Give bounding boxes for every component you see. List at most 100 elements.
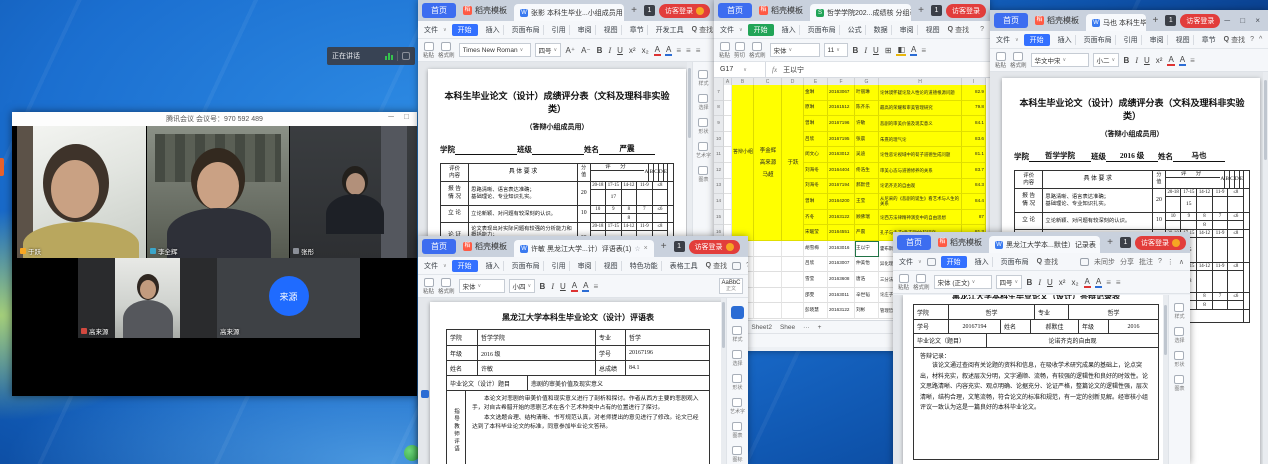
italic-button[interactable]: I [1134,56,1139,65]
tab-document[interactable]: W许敏 黑龙江大学...计）评语表(1)☆× [514,240,654,257]
collapse-ribbon-icon[interactable]: ∧ [1179,258,1184,266]
menu-item[interactable]: 公式 [845,25,866,35]
align-center-button[interactable]: ≡ [593,282,599,291]
menu-item-active[interactable]: 开始 [452,24,478,36]
sheet-cell[interactable] [782,257,804,273]
sheet-cell[interactable]: 83.6 [962,132,986,148]
grade-cell[interactable]: 17-1515 [1180,189,1196,212]
find-button[interactable]: Q查找 [1037,257,1058,267]
superscript-button[interactable]: x² [628,46,637,55]
row-header[interactable]: 14 [714,194,724,210]
sheet-cell[interactable] [782,272,804,288]
sheet-cell[interactable]: 20163608 [828,272,855,288]
chart-tool[interactable]: 图表 [732,422,742,439]
help-icon[interactable]: ? [746,262,748,269]
align-center-button[interactable]: ≡ [686,46,692,55]
sheet-cell[interactable]: 刘彬 [855,303,879,319]
sheet-cell[interactable]: 吕欣 [804,132,828,148]
sheet-cell[interactable] [732,116,754,132]
tab-templates[interactable]: 稻稻壳模板 [1032,15,1082,26]
italic-button[interactable]: I [550,282,555,291]
row-header[interactable]: 11 [714,147,724,163]
document-area[interactable]: 黑龙江大学本科生毕业论文（设计）评语表 学院哲学学院 专业哲学 年级2016 级… [418,298,748,464]
grade-cell[interactable]: 10 [591,206,606,222]
sync-icon[interactable] [732,262,741,270]
sheet-cell[interactable] [724,132,732,148]
column-header[interactable]: F [828,78,855,85]
bold-button[interactable]: B [1123,56,1131,65]
file-menu[interactable]: 文件 [899,257,913,267]
sheet-cell[interactable]: 陈齐乐 [855,101,879,117]
row-header[interactable]: 10 [714,132,724,148]
underline-button[interactable]: U [559,282,567,291]
menu-item[interactable]: 插入 [483,25,504,35]
sheet-cell[interactable] [782,241,804,257]
grade-cell[interactable]: 11-9 [1212,230,1228,262]
menu-item[interactable]: 审阅 [1147,35,1168,45]
grade-cell[interactable]: 14-12 [621,182,637,205]
font-size-select[interactable]: 四号∨ [996,275,1022,289]
menu-item[interactable]: 审阅 [897,25,918,35]
column-header[interactable]: D [782,78,804,85]
sheet-cell[interactable]: 84.3 [962,179,986,195]
sheet-cell[interactable]: 20167195 [828,132,855,148]
file-menu[interactable]: 文件 [424,261,438,271]
tab-home[interactable]: 首页 [718,3,752,18]
file-menu[interactable]: 文件 [996,35,1010,45]
sheet-cell[interactable]: 刘海冬 [804,163,828,179]
guest-login-button[interactable]: 访客登录 [1180,14,1220,28]
help-icon[interactable]: ? [1158,258,1162,265]
grade-cell[interactable]: 20-18 [1166,189,1181,212]
grade-cell[interactable]: 10 [1166,213,1181,229]
select-tool[interactable]: 选择 [732,350,742,367]
find-button[interactable]: Q查找 [706,261,727,271]
sheet-cell[interactable]: 胡雪梅 [804,241,828,257]
window-count-badge[interactable]: 1 [931,5,942,16]
sheet-cell[interactable]: 83.7 [962,163,986,179]
fx-icon[interactable]: fx [766,66,783,74]
help-icon[interactable]: ? [1250,36,1254,43]
format-painter-button[interactable]: 格式刷 [438,42,455,59]
name-box[interactable]: G17∨ [714,62,766,77]
grade-cell[interactable]: 88 [1196,213,1212,229]
sheet-cell[interactable] [724,194,732,210]
menu-item-active[interactable]: 开始 [941,256,967,268]
guest-login-button[interactable]: 访客登录 [659,4,710,18]
bold-button[interactable]: B [1026,278,1034,287]
sheet-cell[interactable]: 20167196 [828,116,855,132]
font-family-select[interactable]: 宋体 (正文)∨ [934,275,992,289]
sheet-cell[interactable] [724,163,732,179]
sheet-cell[interactable]: 彭晓慧 [804,303,828,319]
grade-cell[interactable]: ≤8 [1227,263,1243,292]
sheet-cell[interactable] [724,85,732,101]
menu-item[interactable]: 引用 [1121,35,1142,45]
sheet-cell[interactable]: 20163122 [828,210,855,226]
sheet-cell[interactable]: 20163016 [828,241,855,257]
meeting-window-controls[interactable]: ─ □ [388,112,413,121]
grade-cell[interactable]: ≤8 [652,182,668,205]
borders-button[interactable]: ⊞ [884,46,893,55]
new-tab-button[interactable]: + [915,5,927,16]
sheet-cell[interactable] [754,241,782,257]
font-size-select[interactable]: 小二∨ [1093,53,1119,67]
collapse-ribbon-icon[interactable]: ^ [1259,36,1262,43]
grade-cell[interactable]: 11-9 [1212,263,1228,292]
menu-item[interactable]: 视图 [923,25,943,35]
row-header[interactable]: 9 [714,116,724,132]
tab-home[interactable]: 首页 [422,3,456,18]
sheet-cell[interactable]: 叶丽琳 [855,85,879,101]
sheet-cell[interactable]: 84.4 [962,194,986,210]
menu-item[interactable]: 页面布局 [1081,35,1116,45]
meeting-titlebar[interactable]: 腾讯会议 会议号：970 592 489 ─ □ [12,112,417,126]
grade-cell[interactable]: ≤6 [1227,213,1243,229]
scrollbar[interactable] [1263,72,1268,464]
new-tab-button[interactable]: + [1150,15,1162,26]
sheet-cell[interactable] [732,101,754,117]
tab-home[interactable]: 首页 [422,239,456,254]
sheet-cell[interactable]: 郝默佳 [855,179,879,195]
menu-item[interactable]: 插入 [779,25,800,35]
align-left-button[interactable]: ≡ [1106,278,1112,287]
tab-templates[interactable]: 稻稻壳模板 [460,5,510,16]
open-folder-icon[interactable] [927,258,936,266]
menu-item[interactable]: 引用 [549,25,570,35]
